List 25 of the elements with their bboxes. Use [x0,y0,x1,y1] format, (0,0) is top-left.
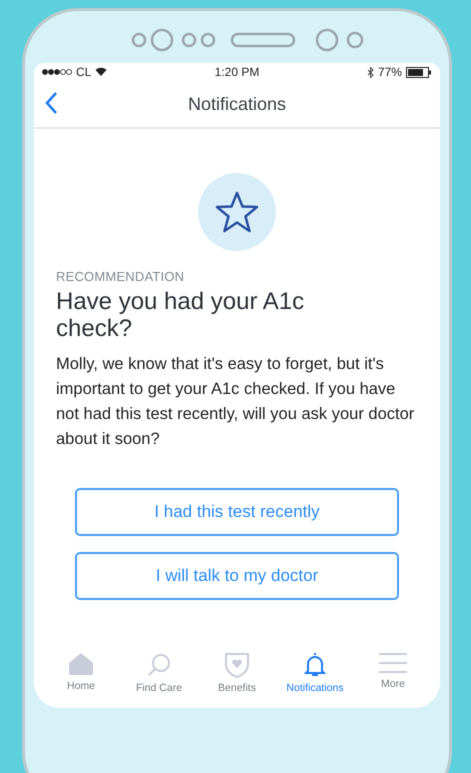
bell-icon [304,652,326,678]
bluetooth-icon [366,66,374,78]
answer-button[interactable]: I had this test recently [75,488,399,536]
menu-icon [379,652,407,674]
nav-title: Notifications [188,94,286,114]
carrier-name: CL [76,65,92,79]
wifi-icon [95,67,108,77]
battery-icon [406,66,432,78]
search-icon [146,652,172,678]
recommendation-title: Have you had your A1c check? [56,288,306,342]
battery-percent: 77% [378,65,402,79]
status-time: 1:20 PM [214,65,260,79]
answer-button[interactable]: I will talk to my doctor [75,552,399,600]
tab-bar-item[interactable]: Notifications [277,652,353,694]
tab-bar-item[interactable]: Find Care [121,652,197,694]
tab-bar-item[interactable]: More [355,652,431,694]
back-button[interactable] [44,91,58,115]
tab-bar-item[interactable]: Benefits [199,652,275,694]
recommendation-text: Molly, we know that it's easy to forget, but it's important to get your A1c checked. If you have not had this test recently, will you ask your doctor about it soon? [56,354,416,450]
star-icon [215,191,259,233]
tab-bar-item[interactable]: Home [43,652,119,694]
heart-shield-icon [224,652,250,678]
home-icon [68,652,94,676]
recommendation-label: RECOMMENDATION [56,269,186,284]
signal-dots-icon [42,69,72,75]
